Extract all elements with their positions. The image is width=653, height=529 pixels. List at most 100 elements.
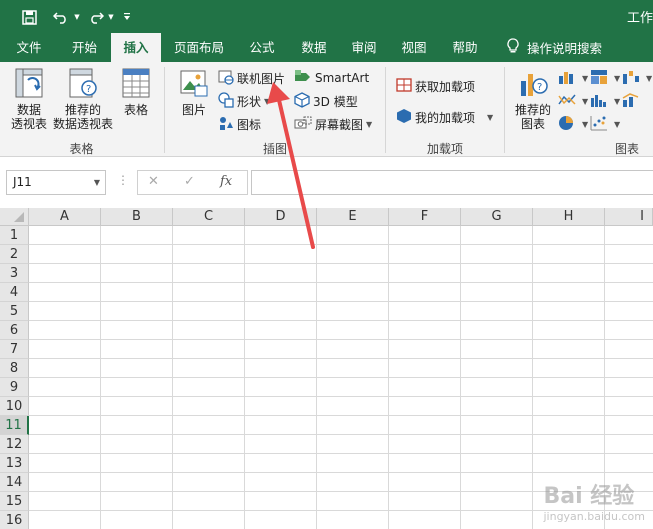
- column-header[interactable]: E: [317, 208, 389, 226]
- line-chart-icon: [558, 92, 576, 111]
- row-header[interactable]: 3: [0, 264, 29, 283]
- shapes-button[interactable]: 形状 ▼: [218, 91, 270, 111]
- chevron-down-icon: ▼: [582, 119, 589, 129]
- redo-icon[interactable]: [85, 6, 107, 28]
- online-pictures-button[interactable]: 联机图片: [218, 68, 285, 88]
- recommended-charts-label-1: 推荐的: [514, 103, 551, 117]
- combo-chart-button[interactable]: [622, 91, 643, 111]
- statistic-chart-icon: [590, 92, 608, 111]
- row-header[interactable]: 7: [0, 340, 29, 359]
- tab-view[interactable]: 视图: [389, 33, 439, 62]
- tab-home[interactable]: 开始: [58, 33, 111, 62]
- tab-page-layout[interactable]: 页面布局: [163, 33, 235, 62]
- cancel-icon[interactable]: ✕: [148, 174, 159, 189]
- pictures-button[interactable]: 图片: [176, 68, 212, 117]
- select-all-button[interactable]: [0, 208, 29, 226]
- column-header[interactable]: A: [29, 208, 101, 226]
- column-header[interactable]: H: [533, 208, 605, 226]
- lightbulb-icon: [507, 38, 519, 57]
- illustrations-group-label: 插图: [262, 142, 287, 156]
- row-header[interactable]: 6: [0, 321, 29, 340]
- icons-label: 图标: [237, 117, 262, 132]
- recommended-pivot-button[interactable]: ? 推荐的 数据透视表: [52, 68, 114, 131]
- chevron-down-icon: ▼: [614, 96, 621, 106]
- redo-dropdown-icon[interactable]: ▼: [106, 6, 116, 28]
- hierarchy-chart-button[interactable]: ▼: [590, 68, 620, 88]
- combo-chart-icon: [622, 92, 640, 111]
- row-header[interactable]: 16: [0, 511, 29, 529]
- formula-bar-grip-icon[interactable]: ⋮: [117, 173, 129, 187]
- line-chart-button[interactable]: ▼: [558, 91, 588, 111]
- column-header[interactable]: C: [173, 208, 245, 226]
- watermark-text: Bai 经验: [543, 484, 635, 509]
- statistic-chart-button[interactable]: ▼: [590, 91, 620, 111]
- undo-icon[interactable]: [50, 6, 72, 28]
- row-header-selected[interactable]: 11: [0, 416, 29, 435]
- row-header[interactable]: 2: [0, 245, 29, 264]
- column-header[interactable]: F: [389, 208, 461, 226]
- recommended-pivot-label-1: 推荐的: [64, 103, 101, 117]
- pictures-label: 图片: [181, 103, 206, 117]
- column-header[interactable]: D: [245, 208, 317, 226]
- tab-file[interactable]: 文件: [0, 33, 58, 62]
- pivot-table-button[interactable]: 数据 透视表: [6, 68, 52, 131]
- screenshot-label: 屏幕截图: [315, 117, 364, 132]
- icons-button[interactable]: 图标: [218, 114, 261, 134]
- row-header[interactable]: 15: [0, 492, 29, 511]
- formula-input[interactable]: [251, 170, 653, 195]
- pie-chart-button[interactable]: ▼: [558, 114, 588, 134]
- get-addins-label: 获取加载项: [415, 79, 476, 94]
- pivot-table-label-2: 透视表: [10, 117, 47, 131]
- enter-icon[interactable]: ✓: [184, 174, 195, 189]
- tab-data[interactable]: 数据: [289, 33, 339, 62]
- waterfall-chart-button[interactable]: ▼: [622, 68, 652, 88]
- row-header[interactable]: 1: [0, 226, 29, 245]
- row-header[interactable]: 9: [0, 378, 29, 397]
- row-header[interactable]: 14: [0, 473, 29, 492]
- column-chart-icon: [558, 69, 576, 88]
- shapes-label: 形状: [237, 94, 262, 109]
- watermark: Bai 经验 jingyan.baidu.com: [543, 478, 645, 523]
- svg-text:?: ?: [86, 84, 91, 95]
- table-label: 表格: [123, 103, 148, 117]
- tab-formulas[interactable]: 公式: [237, 33, 287, 62]
- row-header[interactable]: 10: [0, 397, 29, 416]
- customize-qat-icon[interactable]: [120, 6, 134, 28]
- recommended-charts-button[interactable]: ? 推荐的 图表: [511, 68, 555, 131]
- get-addins-button[interactable]: 获取加载项: [396, 76, 475, 96]
- store-icon: [396, 77, 412, 96]
- save-icon[interactable]: [18, 6, 40, 28]
- smartart-button[interactable]: SmartArt: [294, 68, 369, 88]
- column-header[interactable]: G: [461, 208, 533, 226]
- chevron-down-icon[interactable]: ▼: [94, 171, 100, 194]
- row-header[interactable]: 13: [0, 454, 29, 473]
- tell-me-box[interactable]: 操作说明搜索: [507, 33, 602, 62]
- pie-chart-icon: [558, 115, 576, 134]
- row-header[interactable]: 12: [0, 435, 29, 454]
- column-header[interactable]: I: [605, 208, 653, 226]
- my-addins-button[interactable]: 我的加载项 ▼: [396, 107, 493, 127]
- 3d-models-button[interactable]: 3D 模型: [294, 91, 358, 111]
- row-header[interactable]: 8: [0, 359, 29, 378]
- online-pictures-label: 联机图片: [237, 71, 286, 86]
- window-title: 工作: [626, 11, 653, 26]
- undo-dropdown-icon[interactable]: ▼: [72, 6, 82, 28]
- row-header[interactable]: 4: [0, 283, 29, 302]
- tab-review[interactable]: 审阅: [339, 33, 389, 62]
- scatter-chart-button[interactable]: ▼: [590, 114, 620, 134]
- addin-icon: [396, 108, 412, 127]
- hierarchy-chart-icon: [590, 69, 608, 88]
- tab-insert[interactable]: 插入: [111, 33, 161, 62]
- tab-help[interactable]: 帮助: [440, 33, 490, 62]
- chevron-down-icon: ▼: [614, 73, 621, 83]
- picture-icon: [176, 68, 212, 101]
- row-header[interactable]: 5: [0, 302, 29, 321]
- screenshot-button[interactable]: 屏幕截图 ▼: [294, 114, 372, 134]
- column-header[interactable]: B: [101, 208, 173, 226]
- insert-function-button[interactable]: fx: [220, 174, 232, 189]
- recommended-pivot-label-2: 数据透视表: [52, 117, 113, 131]
- table-button[interactable]: 表格: [116, 68, 156, 117]
- watermark-sub: jingyan.baidu.com: [543, 510, 645, 523]
- name-box[interactable]: J11 ▼: [6, 170, 106, 195]
- column-chart-button[interactable]: ▼: [558, 68, 588, 88]
